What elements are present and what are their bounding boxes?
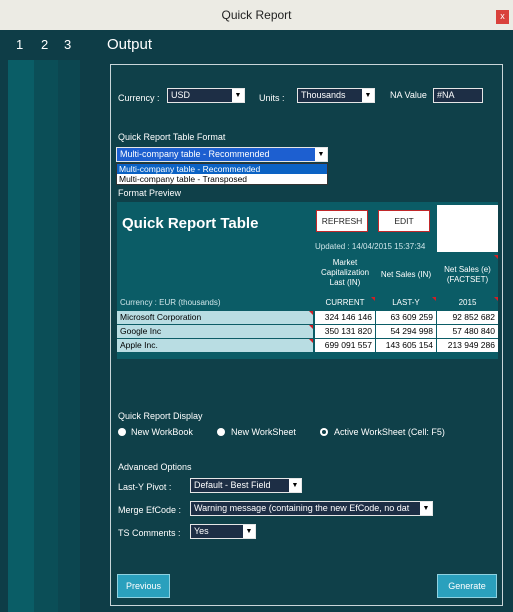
chevron-down-icon: ▼ bbox=[315, 148, 327, 161]
row-value: 57 480 840 bbox=[437, 325, 498, 338]
refresh-button[interactable]: REFRESH bbox=[316, 210, 368, 232]
edit-button[interactable]: EDIT bbox=[378, 210, 430, 232]
column-header: Market Capitalization Last (IN) bbox=[320, 258, 370, 287]
row-value: 63 609 259 bbox=[376, 311, 436, 324]
radio-label-new-workbook: New WorkBook bbox=[131, 427, 193, 437]
flag-marker bbox=[432, 297, 436, 301]
chevron-down-icon: ▼ bbox=[289, 479, 301, 492]
lasty-select[interactable]: Default - Best Field ▼ bbox=[190, 478, 302, 493]
radio-active-worksheet[interactable] bbox=[320, 428, 328, 436]
row-value: 699 091 557 bbox=[315, 339, 375, 352]
radio-new-workbook[interactable] bbox=[118, 428, 126, 436]
chevron-down-icon: ▼ bbox=[232, 89, 244, 102]
format-select[interactable]: Multi-company table - Recommended ▼ bbox=[116, 147, 328, 162]
currency-select[interactable]: USD ▼ bbox=[167, 88, 245, 103]
radio-new-worksheet[interactable] bbox=[217, 428, 225, 436]
step-column-2 bbox=[34, 60, 58, 612]
radio-label-new-worksheet: New WorkSheet bbox=[231, 427, 296, 437]
flag-marker bbox=[309, 325, 313, 329]
column-subheader: 2015 bbox=[458, 298, 477, 307]
row-value: 213 949 286 bbox=[437, 339, 498, 352]
flag-marker bbox=[309, 339, 313, 343]
lasty-value: Default - Best Field bbox=[194, 480, 271, 490]
step-1[interactable]: 1 bbox=[16, 37, 23, 52]
preview-blank-cell bbox=[437, 238, 498, 252]
preview-title: Quick Report Table bbox=[122, 215, 259, 232]
merge-select[interactable]: Warning message (containing the new EfCo… bbox=[190, 501, 433, 516]
row-value: 54 294 998 bbox=[376, 325, 436, 338]
column-header: Net Sales (e) (FACTSET) bbox=[444, 265, 491, 284]
ts-label: TS Comments : bbox=[118, 528, 181, 538]
chevron-down-icon: ▼ bbox=[420, 502, 432, 515]
currency-label: Currency : bbox=[118, 93, 160, 103]
table-row: Google Inc 350 131 820 54 294 998 57 480… bbox=[117, 325, 498, 339]
flag-marker bbox=[494, 297, 498, 301]
table-row: Microsoft Corporation 324 146 146 63 609… bbox=[117, 311, 498, 325]
previous-button[interactable]: Previous bbox=[117, 574, 170, 598]
advanced-label: Advanced Options bbox=[118, 462, 192, 472]
updated-timestamp: Updated : 14/04/2015 15:37:34 bbox=[315, 242, 426, 251]
flag-marker bbox=[309, 311, 313, 315]
merge-value: Warning message (containing the new EfCo… bbox=[194, 503, 410, 513]
row-value: 350 131 820 bbox=[315, 325, 375, 338]
chevron-down-icon: ▼ bbox=[243, 525, 255, 538]
radio-label-active-worksheet: Active WorkSheet (Cell: F5) bbox=[334, 427, 445, 437]
table-row: Apple Inc. 699 091 557 143 605 154 213 9… bbox=[117, 339, 498, 353]
close-icon[interactable]: x bbox=[496, 10, 509, 24]
lasty-label: Last-Y Pivot : bbox=[118, 482, 172, 492]
row-value: 324 146 146 bbox=[315, 311, 375, 324]
currency-line-text: Currency : EUR (thousands) bbox=[120, 298, 221, 307]
flag-marker bbox=[371, 297, 375, 301]
row-value: 143 605 154 bbox=[376, 339, 436, 352]
format-preview: Quick Report Table REFRESH EDIT Updated … bbox=[117, 202, 498, 359]
column-header: Net Sales (IN) bbox=[380, 270, 432, 279]
format-option[interactable]: Multi-company table - Transposed bbox=[117, 174, 327, 184]
step-bar: 1 2 3 Output bbox=[0, 30, 513, 60]
column-subheader: LAST-Y bbox=[392, 298, 420, 307]
units-label: Units : bbox=[259, 93, 285, 103]
format-selected: Multi-company table - Recommended bbox=[120, 149, 270, 159]
display-label: Quick Report Display bbox=[118, 411, 203, 421]
ts-select[interactable]: Yes ▼ bbox=[190, 524, 256, 539]
column-subheader: CURRENT bbox=[325, 298, 365, 307]
preview-blank-cell bbox=[437, 205, 498, 238]
format-preview-label: Format Preview bbox=[118, 188, 182, 198]
step-column-1 bbox=[8, 60, 34, 612]
merge-label: Merge EfCode : bbox=[118, 505, 182, 515]
step-3[interactable]: 3 bbox=[64, 37, 71, 52]
step-2[interactable]: 2 bbox=[41, 37, 48, 52]
na-value-label: NA Value bbox=[390, 90, 427, 100]
units-select[interactable]: Thousands ▼ bbox=[297, 88, 375, 103]
title-bar: Quick Report x bbox=[0, 0, 513, 30]
format-option[interactable]: Multi-company table - Recommended bbox=[117, 164, 327, 174]
row-company: Google Inc bbox=[117, 325, 313, 338]
na-value-input[interactable]: #NA bbox=[433, 88, 483, 103]
row-company: Apple Inc. bbox=[117, 339, 313, 352]
window-title: Quick Report bbox=[221, 8, 292, 22]
row-company: Microsoft Corporation bbox=[117, 311, 313, 324]
generate-button[interactable]: Generate bbox=[437, 574, 497, 598]
row-value: 92 852 682 bbox=[437, 311, 498, 324]
format-dropdown-list: Multi-company table - Recommended Multi-… bbox=[116, 163, 328, 185]
current-step-title: Output bbox=[107, 36, 153, 53]
format-label: Quick Report Table Format bbox=[118, 132, 226, 142]
chevron-down-icon: ▼ bbox=[362, 89, 374, 102]
step-column-3 bbox=[58, 60, 80, 612]
flag-marker bbox=[494, 255, 498, 259]
